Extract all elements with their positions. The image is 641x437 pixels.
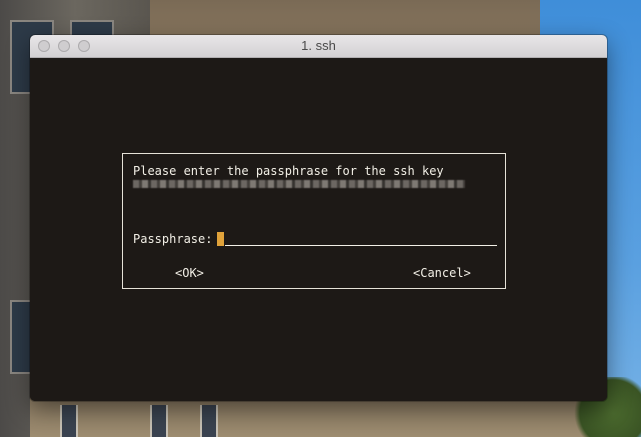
terminal-content[interactable]: Please enter the passphrase for the ssh … — [30, 58, 607, 401]
passphrase-dialog: Please enter the passphrase for the ssh … — [122, 153, 506, 289]
dialog-prompt: Please enter the passphrase for the ssh … — [133, 164, 444, 178]
ok-button[interactable]: <OK> — [175, 266, 204, 280]
passphrase-label: Passphrase: — [133, 232, 213, 246]
stone-wall-bottom — [30, 395, 610, 437]
cancel-button[interactable]: <Cancel> — [413, 266, 471, 280]
window-title: 1. ssh — [301, 38, 336, 53]
terminal-window: 1. ssh Please enter the passphrase for t… — [30, 35, 607, 401]
building-window — [200, 405, 218, 437]
text-cursor — [217, 232, 224, 246]
building-window — [150, 405, 168, 437]
passphrase-input[interactable] — [225, 244, 497, 246]
title-bar[interactable]: 1. ssh — [30, 35, 607, 58]
redacted-key-path — [133, 180, 465, 188]
passphrase-row: Passphrase: — [133, 232, 503, 248]
building-window — [60, 405, 78, 437]
